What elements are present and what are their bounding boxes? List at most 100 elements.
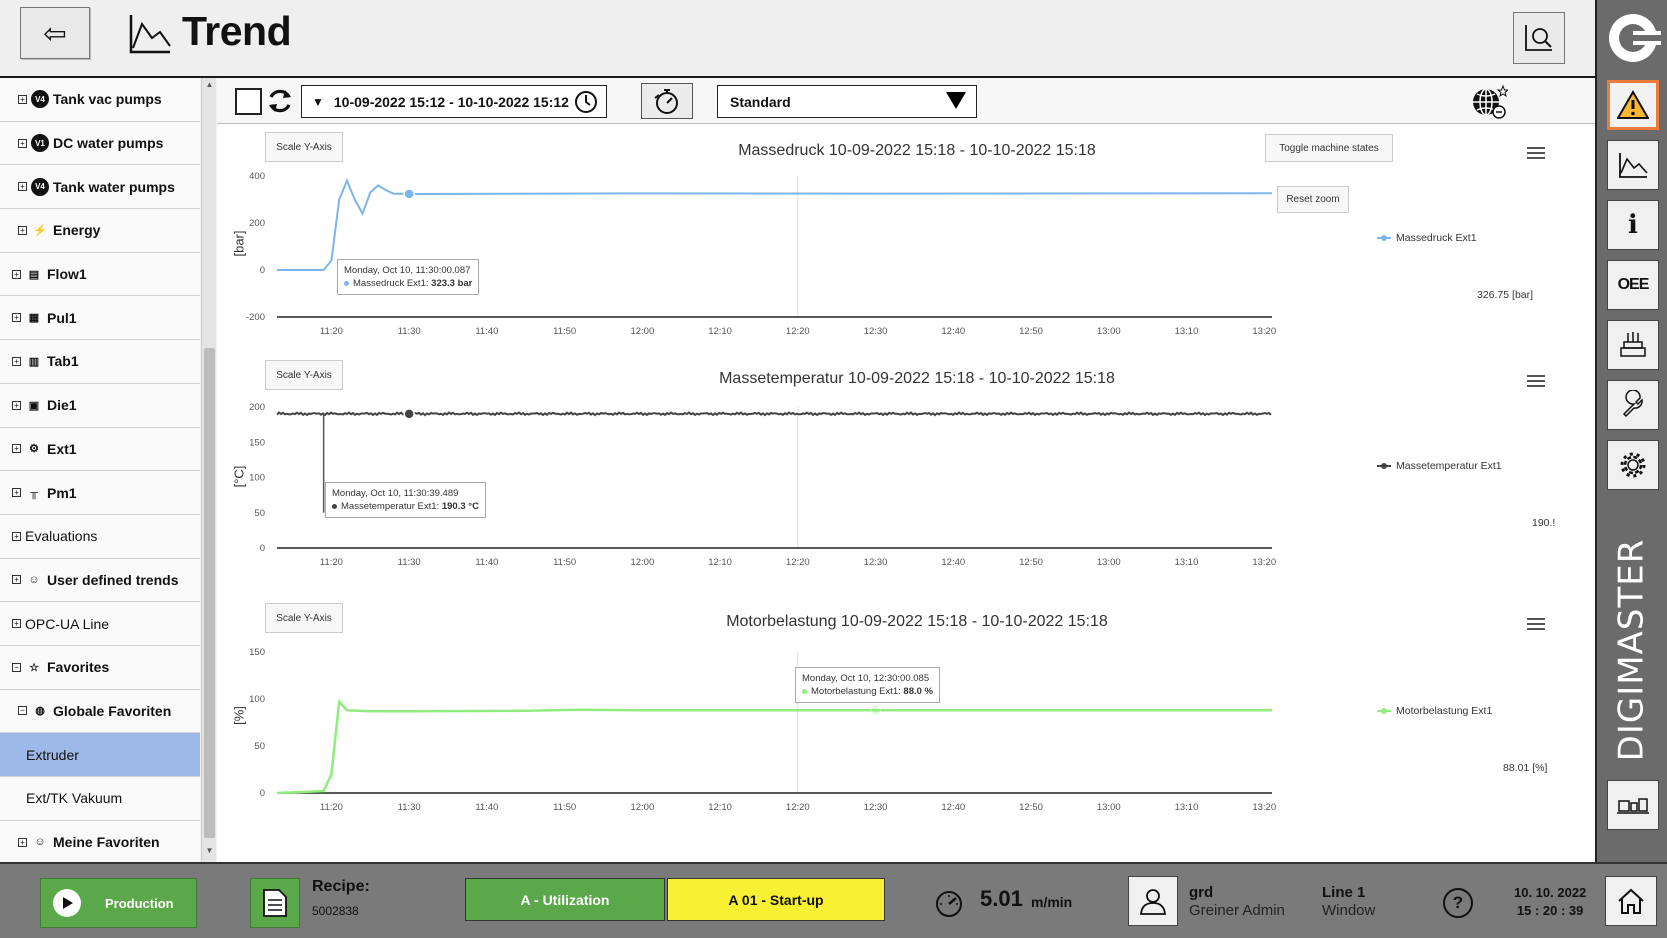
legend-item[interactable]: Massedruck Ext1: [1377, 232, 1477, 244]
tree-item-label: Flow1: [47, 266, 87, 283]
tree-item[interactable]: + ▥ Tab1: [0, 340, 200, 384]
expand-icon[interactable]: +: [12, 400, 21, 410]
tree-item[interactable]: + ▦ Pul1: [0, 296, 200, 341]
tooltip-series: Massetemperatur Ext1: [341, 501, 437, 512]
select-checkbox[interactable]: [235, 88, 262, 115]
main-panel: ▼ 10-09-2022 15:12 - 10-10-2022 15:12 St…: [217, 78, 1595, 862]
tree-item[interactable]: + ╥ Pm1: [0, 471, 200, 515]
tree-item[interactable]: Extruder: [0, 733, 200, 777]
expand-icon[interactable]: +: [12, 575, 21, 585]
tree-item-label: Ext1: [47, 440, 77, 457]
y-tick-label: -200: [246, 312, 265, 323]
tree-item[interactable]: + OPC-UA Line: [0, 602, 200, 646]
tree-item[interactable]: + ▣ Die1: [0, 383, 200, 428]
tree-item[interactable]: + Evaluations: [0, 514, 200, 559]
chart-zoom-button[interactable]: [1513, 12, 1565, 64]
tree-item[interactable]: + ⚙ Ext1: [0, 427, 200, 472]
x-tick-label: 12:50: [1019, 326, 1043, 337]
scale-y-axis-button[interactable]: Scale Y-Axis: [265, 360, 343, 390]
tree-item[interactable]: + V4 Tank vac pumps: [0, 78, 200, 122]
x-tick-label: 11:20: [320, 326, 343, 337]
help-icon[interactable]: ?: [1443, 888, 1473, 918]
tree-item[interactable]: − ◍ Globale Favoriten: [0, 689, 200, 734]
tree-item[interactable]: + ⚡ Energy: [0, 209, 200, 253]
hover-marker: [403, 408, 415, 420]
global-favorite-icon[interactable]: [1470, 84, 1508, 120]
tree-item[interactable]: + ▤ Flow1: [0, 252, 200, 297]
expand-icon[interactable]: +: [18, 182, 27, 192]
x-tick-label: 11:30: [398, 326, 421, 337]
utilization-status[interactable]: A - Utilization: [465, 878, 665, 921]
interval-button[interactable]: [641, 83, 693, 119]
tree-item[interactable]: + ☺ User defined trends: [0, 558, 200, 603]
x-tick-label: 12:30: [864, 326, 888, 337]
tree-item[interactable]: + V4 Tank water pumps: [0, 165, 200, 210]
x-tick-label: 12:10: [708, 802, 732, 813]
expand-icon[interactable]: +: [12, 269, 21, 279]
expand-icon[interactable]: +: [18, 138, 27, 148]
scale-y-axis-button[interactable]: Scale Y-Axis: [265, 603, 343, 633]
y-tick-label: 400: [249, 171, 265, 182]
expand-icon[interactable]: +: [12, 531, 21, 541]
oee-button[interactable]: OEE: [1607, 260, 1659, 310]
chart-svg[interactable]: 0 50 100 150 200 11:20 11:30 11:40 11:50 12:00 12:…: [217, 352, 1595, 595]
trend-nav-button[interactable]: [1607, 140, 1659, 190]
hamburger-menu-icon[interactable]: [1527, 618, 1545, 632]
hamburger-menu-icon[interactable]: [1527, 147, 1545, 161]
expand-icon[interactable]: +: [18, 94, 27, 104]
machine-button[interactable]: [1607, 320, 1659, 370]
user-button[interactable]: [1128, 876, 1178, 926]
legend-label: Massetemperatur Ext1: [1396, 460, 1502, 472]
recipe-button[interactable]: [250, 878, 300, 928]
expand-icon[interactable]: +: [12, 619, 21, 629]
hamburger-menu-icon[interactable]: [1527, 375, 1545, 389]
expand-icon[interactable]: +: [12, 313, 21, 323]
date-range-picker[interactable]: ▼ 10-09-2022 15:12 - 10-10-2022 15:12: [301, 85, 607, 118]
scale-y-axis-button[interactable]: Scale Y-Axis: [265, 132, 343, 162]
expand-icon[interactable]: +: [12, 488, 21, 498]
expand-icon[interactable]: +: [12, 356, 21, 366]
play-icon: [53, 889, 81, 917]
document-icon: [263, 889, 287, 917]
x-tick-label: 12:40: [941, 802, 965, 813]
collapse-icon[interactable]: −: [18, 706, 27, 716]
back-button[interactable]: ⇦: [20, 7, 90, 59]
service-button[interactable]: [1607, 380, 1659, 430]
x-tick-label: 12:40: [941, 326, 965, 337]
line-overview-button[interactable]: [1607, 780, 1659, 830]
tree-item[interactable]: + ☺ Meine Favoriten: [0, 820, 200, 862]
toggle-machine-states-button[interactable]: Toggle machine states: [1265, 134, 1393, 162]
expand-icon[interactable]: +: [18, 837, 27, 847]
tree-item[interactable]: Ext/TK Vakuum: [0, 777, 200, 821]
datetime: 10. 10. 2022 15 : 20 : 39: [1514, 884, 1586, 920]
expand-icon[interactable]: +: [18, 225, 27, 235]
startup-status[interactable]: A 01 - Start-up: [667, 878, 885, 921]
tree-item[interactable]: − ☆ Favorites: [0, 645, 200, 690]
scroll-down-icon[interactable]: ▼: [204, 846, 215, 860]
collapse-icon[interactable]: −: [12, 662, 21, 672]
scroll-thumb[interactable]: [204, 348, 215, 838]
tree-item-label: Favorites: [47, 659, 110, 676]
home-button[interactable]: [1605, 876, 1657, 926]
expand-icon[interactable]: +: [12, 444, 21, 454]
scroll-up-icon[interactable]: ▲: [204, 80, 215, 94]
hover-marker: [869, 704, 882, 717]
settings-button[interactable]: [1607, 440, 1659, 490]
y-tick-label: 150: [249, 437, 265, 448]
legend-item[interactable]: Massetemperatur Ext1: [1377, 460, 1502, 472]
x-tick-label: 13:20: [1252, 557, 1276, 568]
tree-item[interactable]: + V1 DC water pumps: [0, 121, 200, 166]
sidebar-scrollbar[interactable]: ▲ ▼: [201, 78, 216, 862]
gear-icon: [1620, 452, 1646, 478]
legend-item[interactable]: Motorbelastung Ext1: [1377, 705, 1492, 717]
legend-symbol: [1377, 708, 1391, 714]
production-button[interactable]: Production: [40, 878, 197, 928]
x-tick-label: 13:20: [1252, 802, 1276, 813]
info-button[interactable]: ℹ: [1607, 200, 1659, 250]
reset-zoom-button[interactable]: Reset zoom: [1277, 186, 1349, 213]
alarm-button[interactable]: [1607, 80, 1659, 130]
preset-dropdown[interactable]: Standard: [717, 85, 977, 118]
y-tick-label: 100: [249, 694, 265, 705]
x-tick-label: 13:20: [1252, 326, 1276, 337]
refresh-icon[interactable]: [265, 86, 295, 116]
